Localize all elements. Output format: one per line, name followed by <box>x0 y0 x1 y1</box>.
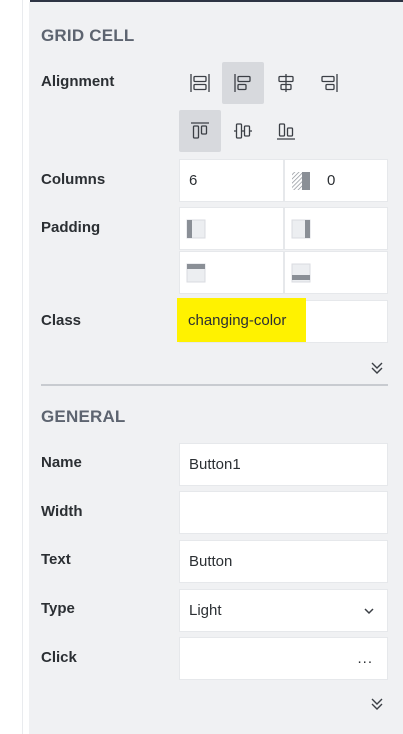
padding-label: Padding <box>41 219 101 236</box>
padding-bottom-icon <box>291 263 311 282</box>
general-title: GENERAL <box>41 407 126 426</box>
properties-panel: GRID CELL Alignment Columns 6 0 Padding … <box>29 2 403 734</box>
class-label: Class <box>41 312 82 329</box>
align-middle-button[interactable] <box>222 110 264 152</box>
text-label: Text <box>41 551 71 568</box>
name-value: Button1 <box>189 456 241 473</box>
class-value-highlight: changing-color <box>177 298 306 342</box>
align-right-button[interactable] <box>308 62 350 104</box>
padding-left-icon <box>186 219 206 238</box>
name-label: Name <box>41 454 82 471</box>
column-offset-value: 0 <box>327 172 336 189</box>
column-offset-icon <box>292 171 310 190</box>
padding-bottom-input[interactable] <box>284 251 388 294</box>
expand-grid-cell-icon[interactable] <box>369 360 385 376</box>
type-select[interactable]: Light <box>179 589 388 632</box>
name-input[interactable]: Button1 <box>179 443 388 486</box>
section-divider <box>41 384 388 386</box>
align-left-icon <box>234 74 251 92</box>
align-stretch-horizontal-icon <box>190 74 210 92</box>
padding-top-icon <box>186 263 206 282</box>
padding-left-input[interactable] <box>179 207 284 250</box>
width-input[interactable] <box>179 491 388 534</box>
expand-general-icon[interactable] <box>369 696 385 712</box>
columns-input[interactable]: 6 <box>179 159 284 202</box>
padding-right-input[interactable] <box>284 207 388 250</box>
class-value: changing-color <box>188 311 287 329</box>
left-border <box>22 0 23 734</box>
align-center-button[interactable] <box>265 62 307 104</box>
text-value: Button <box>189 553 233 570</box>
align-center-icon <box>278 74 294 92</box>
type-value: Light <box>189 602 222 619</box>
type-label: Type <box>41 600 75 617</box>
padding-top-input[interactable] <box>179 251 284 294</box>
columns-value: 6 <box>189 172 198 189</box>
align-right-icon <box>321 74 338 92</box>
alignment-label: Alignment <box>41 73 115 90</box>
column-offset-input[interactable]: 0 <box>284 159 388 202</box>
align-middle-icon <box>234 123 252 139</box>
align-top-button[interactable] <box>179 110 221 152</box>
click-input[interactable]: ... <box>179 637 388 680</box>
text-input[interactable]: Button <box>179 540 388 583</box>
click-ellipsis-button[interactable]: ... <box>357 650 373 667</box>
click-label: Click <box>41 649 77 666</box>
width-label: Width <box>41 503 83 520</box>
align-top-icon <box>191 122 209 139</box>
padding-right-icon <box>291 219 311 238</box>
grid-cell-title: GRID CELL <box>41 26 135 45</box>
chevron-down-icon <box>364 608 374 615</box>
align-stretch-horizontal-button[interactable] <box>179 62 221 104</box>
align-bottom-button[interactable] <box>265 110 307 152</box>
align-bottom-icon <box>277 123 295 140</box>
align-left-button[interactable] <box>222 62 264 104</box>
columns-label: Columns <box>41 171 106 188</box>
